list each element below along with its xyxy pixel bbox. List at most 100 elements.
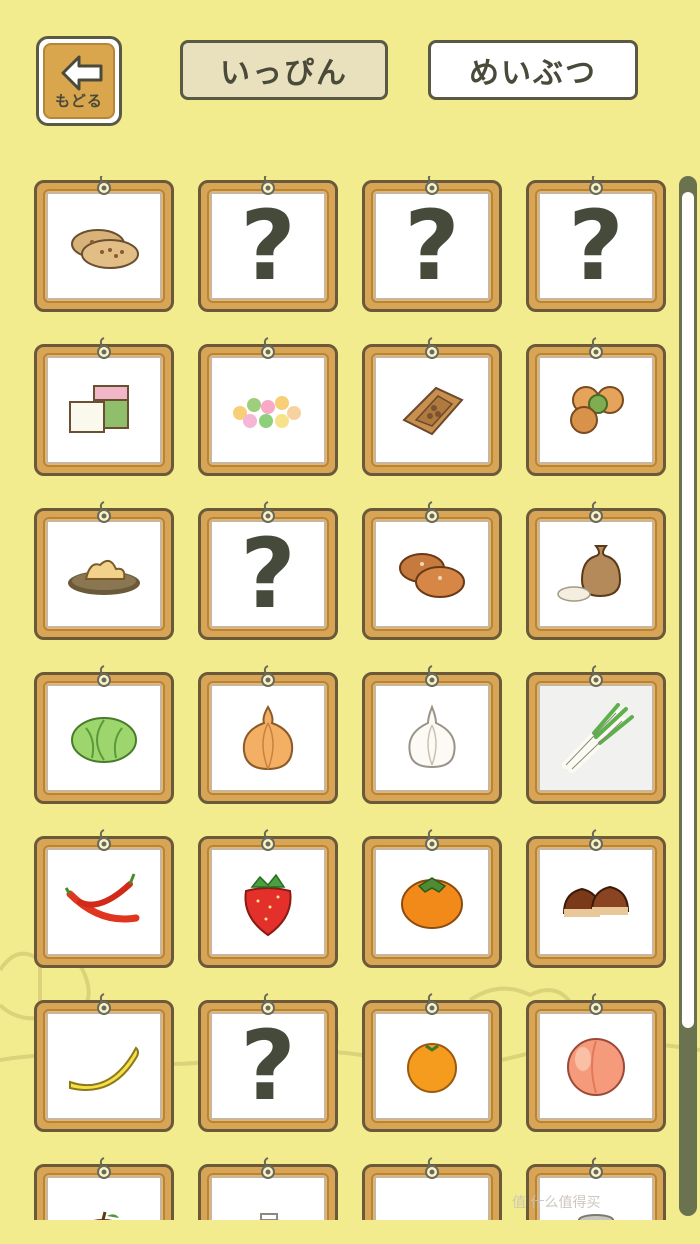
persimmon-icon (397, 872, 467, 932)
onion-icon (238, 703, 298, 773)
hook-icon (425, 829, 439, 851)
anpan-icon (392, 544, 472, 604)
hook-icon (261, 829, 275, 851)
manju-icon (556, 380, 636, 440)
question-mark-icon: ? (240, 1010, 296, 1122)
hook-icon (97, 665, 111, 687)
item-paper (538, 1012, 654, 1120)
item-card-green-onion[interactable] (526, 665, 666, 804)
item-card-natto-pack[interactable] (362, 337, 502, 476)
item-paper (46, 520, 162, 628)
item-paper: ? (374, 192, 490, 300)
hook-icon (261, 337, 275, 359)
tempura-icon (64, 549, 144, 599)
colorful-dango-icon (228, 385, 308, 435)
kashi-mochi-icon (64, 380, 144, 440)
garlic-icon (402, 703, 462, 773)
hook-icon (97, 993, 111, 1015)
item-card-apple[interactable] (34, 1157, 174, 1220)
hook-icon (97, 337, 111, 359)
question-mark-icon: ? (568, 190, 624, 302)
item-paper (210, 848, 326, 956)
tab-ippin[interactable]: いっぴん (180, 40, 388, 100)
item-paper (46, 1012, 162, 1120)
question-mark-icon: ? (404, 190, 460, 302)
hook-icon (589, 501, 603, 523)
item-paper (538, 848, 654, 956)
hook-icon (589, 665, 603, 687)
item-card-cabbage[interactable] (34, 665, 174, 804)
hook-icon (589, 829, 603, 851)
item-list[interactable]: ????? (0, 176, 676, 1220)
item-card-anpan[interactable] (362, 501, 502, 640)
item-card-chili-pepper[interactable] (34, 829, 174, 968)
item-card-unknown[interactable]: ? (362, 176, 502, 312)
tab-meibutsu[interactable]: めいぶつ (428, 40, 638, 100)
hook-icon (589, 176, 603, 195)
hook-icon (589, 1157, 603, 1179)
hook-icon (261, 665, 275, 687)
hook-icon (425, 665, 439, 687)
item-paper (374, 684, 490, 792)
item-card-unknown[interactable]: ? (526, 176, 666, 312)
mikan-icon (402, 1036, 462, 1096)
apple-icon (69, 1210, 139, 1220)
item-card-unknown[interactable]: ? (198, 176, 338, 312)
senbei-icon (64, 216, 144, 276)
rice-bag-icon (556, 544, 636, 604)
item-card-peach[interactable] (526, 993, 666, 1132)
item-card-unknown[interactable]: ? (198, 993, 338, 1132)
hook-icon (589, 993, 603, 1015)
item-paper: ? (210, 520, 326, 628)
item-paper: ? (538, 192, 654, 300)
hook-icon (97, 501, 111, 523)
strawberry-icon (238, 867, 298, 937)
item-paper (46, 1176, 162, 1220)
item-card-senbei[interactable] (34, 176, 174, 312)
chili-pepper-icon (64, 872, 144, 932)
hook-icon (97, 829, 111, 851)
item-paper (210, 1176, 326, 1220)
item-card-garlic[interactable] (362, 665, 502, 804)
cabbage-icon (64, 708, 144, 768)
hook-icon (97, 1157, 111, 1179)
item-card-onion[interactable] (198, 665, 338, 804)
back-label: もどる (55, 92, 103, 110)
arrow-left-icon (61, 55, 103, 91)
item-card-rice-bag[interactable] (526, 501, 666, 640)
hook-icon (425, 337, 439, 359)
scrollbar[interactable] (679, 176, 697, 1216)
peach-icon (561, 1031, 631, 1101)
item-card-tempura[interactable] (34, 501, 174, 640)
item-paper (374, 848, 490, 956)
item-card-colorful-dango[interactable] (198, 337, 338, 476)
item-card-kashi-mochi[interactable] (34, 337, 174, 476)
item-card-milk[interactable] (198, 1157, 338, 1220)
item-card-mikan[interactable] (362, 993, 502, 1132)
item-card-manju[interactable] (526, 337, 666, 476)
hook-icon (97, 176, 111, 195)
item-card-cheese[interactable] (362, 1157, 502, 1220)
item-paper (46, 684, 162, 792)
item-card-banana[interactable] (34, 993, 174, 1132)
watermark: 值 什么值得买 (512, 1195, 601, 1211)
scrollbar-thumb[interactable] (682, 192, 694, 1028)
item-card-strawberry[interactable] (198, 829, 338, 968)
back-button[interactable]: もどる (36, 36, 122, 126)
item-paper (46, 848, 162, 956)
item-paper (210, 684, 326, 792)
milk-icon (233, 1210, 303, 1220)
item-paper (538, 520, 654, 628)
item-paper (538, 684, 654, 792)
item-card-unknown[interactable]: ? (198, 501, 338, 640)
chestnut-icon (556, 877, 636, 927)
banana-icon (64, 1036, 144, 1096)
item-card-persimmon[interactable] (362, 829, 502, 968)
hook-icon (261, 501, 275, 523)
item-card-chestnut[interactable] (526, 829, 666, 968)
green-onion-icon (556, 703, 636, 773)
hook-icon (425, 176, 439, 195)
item-paper (374, 1176, 490, 1220)
item-paper (46, 356, 162, 464)
item-paper (538, 356, 654, 464)
